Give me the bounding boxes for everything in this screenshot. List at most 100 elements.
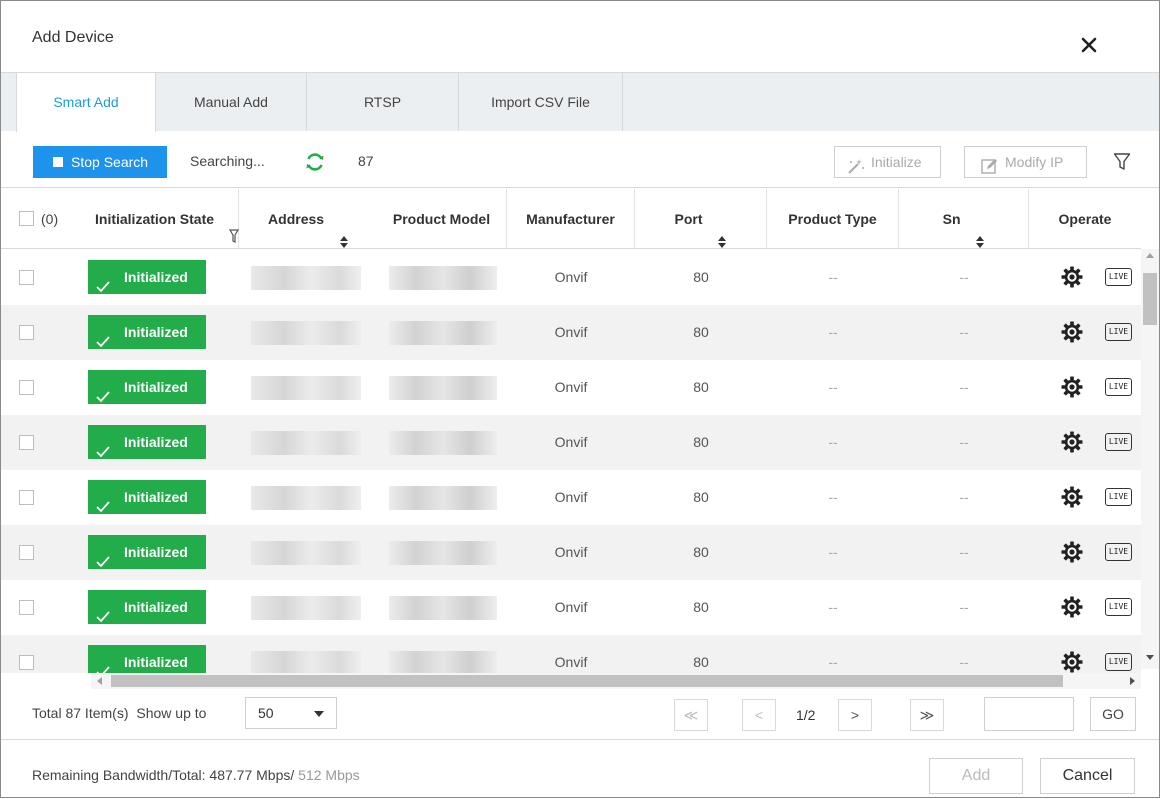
table-header: (0) Initialization State Address Product…: [1, 189, 1141, 249]
sort-icon[interactable]: [339, 213, 348, 249]
status-badge: Initialized: [88, 645, 206, 673]
status-text: Initialized: [124, 269, 188, 285]
column-initialization-state[interactable]: Initialization State: [81, 189, 240, 249]
product-model-redacted: [389, 541, 497, 565]
product-type-cell: --: [828, 269, 838, 285]
cancel-button[interactable]: Cancel: [1040, 758, 1135, 794]
scrollbar-thumb[interactable]: [1143, 273, 1157, 325]
initialize-icon: [847, 154, 865, 184]
bandwidth-remaining: Remaining Bandwidth/Total: 487.77 Mbps/: [32, 767, 295, 783]
live-icon[interactable]: LIVE: [1105, 653, 1132, 671]
port-cell: 80: [693, 489, 709, 505]
row-checkbox[interactable]: [19, 655, 34, 670]
scroll-right-icon[interactable]: [1130, 677, 1135, 685]
go-button[interactable]: GO: [1090, 697, 1136, 731]
device-table: (0) Initialization State Address Product…: [1, 189, 1141, 673]
goto-page-input[interactable]: [984, 697, 1074, 731]
address-redacted: [251, 596, 361, 620]
sort-icon[interactable]: [976, 213, 985, 249]
manufacturer-cell: Onvif: [554, 599, 588, 615]
sn-cell: --: [959, 489, 969, 505]
product-model-redacted: [389, 266, 497, 290]
table-row[interactable]: Initialized Onvif 80 -- -- LIVE: [1, 250, 1141, 305]
check-icon: [96, 601, 110, 635]
gear-icon[interactable]: [1061, 541, 1083, 563]
page-size-value: 50: [258, 705, 274, 721]
table-row[interactable]: Initialized Onvif 80 -- -- LIVE: [1, 470, 1141, 525]
sort-icon[interactable]: [718, 213, 727, 249]
scrollbar-thumb[interactable]: [111, 675, 1063, 687]
close-icon[interactable]: [1079, 35, 1099, 55]
sn-cell: --: [959, 379, 969, 395]
manufacturer-cell: Onvif: [554, 544, 588, 560]
table-row[interactable]: Initialized Onvif 80 -- -- LIVE: [1, 305, 1141, 360]
gear-icon[interactable]: [1061, 651, 1083, 673]
initialize-button[interactable]: Initialize: [834, 146, 941, 178]
first-page-button[interactable]: ≪: [674, 699, 708, 731]
tab-import-csv[interactable]: Import CSV File: [459, 73, 623, 131]
check-icon: [96, 436, 110, 470]
row-checkbox[interactable]: [19, 545, 34, 560]
product-type-cell: --: [828, 324, 838, 340]
gear-icon[interactable]: [1061, 431, 1083, 453]
column-label: Address: [268, 211, 325, 227]
table-row[interactable]: Initialized Onvif 80 -- -- LIVE: [1, 580, 1141, 635]
table-row[interactable]: Initialized Onvif 80 -- -- LIVE: [1, 360, 1141, 415]
live-icon[interactable]: LIVE: [1105, 378, 1132, 396]
gear-icon[interactable]: [1061, 266, 1083, 288]
scroll-left-icon[interactable]: [97, 677, 102, 685]
scroll-up-icon[interactable]: [1146, 253, 1154, 258]
prev-page-button[interactable]: <: [742, 699, 776, 731]
table-row[interactable]: Initialized Onvif 80 -- -- LIVE: [1, 415, 1141, 470]
column-sn[interactable]: Sn: [899, 189, 1029, 249]
table-row[interactable]: Initialized Onvif 80 -- -- LIVE: [1, 525, 1141, 580]
row-checkbox[interactable]: [19, 325, 34, 340]
page-size-select[interactable]: 50: [245, 697, 337, 729]
gear-icon[interactable]: [1061, 486, 1083, 508]
manufacturer-cell: Onvif: [554, 324, 588, 340]
status-text: Initialized: [124, 379, 188, 395]
scroll-down-icon[interactable]: [1146, 655, 1154, 660]
row-checkbox[interactable]: [19, 600, 34, 615]
gear-icon[interactable]: [1061, 596, 1083, 618]
live-icon[interactable]: LIVE: [1105, 268, 1132, 286]
status-text: Initialized: [124, 324, 188, 340]
stop-search-button[interactable]: Stop Search: [33, 146, 167, 178]
tab-manual-add[interactable]: Manual Add: [156, 73, 307, 131]
next-page-button[interactable]: >: [838, 699, 872, 731]
check-icon: [96, 326, 110, 360]
address-redacted: [251, 651, 361, 673]
live-icon[interactable]: LIVE: [1105, 488, 1132, 506]
live-icon[interactable]: LIVE: [1105, 433, 1132, 451]
search-status: Searching...: [190, 153, 265, 169]
column-port[interactable]: Port: [635, 189, 767, 249]
check-icon: [96, 381, 110, 415]
add-button[interactable]: Add: [929, 758, 1023, 794]
gear-icon[interactable]: [1061, 321, 1083, 343]
live-icon[interactable]: LIVE: [1105, 323, 1132, 341]
sn-cell: --: [959, 544, 969, 560]
product-model-redacted: [389, 376, 497, 400]
row-checkbox[interactable]: [19, 270, 34, 285]
gear-icon[interactable]: [1061, 376, 1083, 398]
status-badge: Initialized: [88, 425, 206, 459]
horizontal-scrollbar[interactable]: [91, 673, 1141, 689]
row-checkbox[interactable]: [19, 435, 34, 450]
tab-rtsp[interactable]: RTSP: [307, 73, 459, 131]
vertical-scrollbar[interactable]: [1141, 249, 1159, 669]
modify-ip-button[interactable]: Modify IP: [964, 146, 1087, 178]
table-row[interactable]: Initialized Onvif 80 -- -- LIVE: [1, 635, 1141, 673]
select-all-checkbox[interactable]: [19, 211, 34, 226]
row-checkbox[interactable]: [19, 380, 34, 395]
address-redacted: [251, 541, 361, 565]
total-items: Total 87 Item(s) Show up to: [32, 705, 206, 721]
live-icon[interactable]: LIVE: [1105, 543, 1132, 561]
filter-icon[interactable]: [1113, 152, 1131, 172]
column-address[interactable]: Address: [239, 189, 377, 249]
row-checkbox[interactable]: [19, 490, 34, 505]
live-icon[interactable]: LIVE: [1105, 598, 1132, 616]
selected-count: (0): [41, 211, 59, 227]
last-page-button[interactable]: ≫: [910, 699, 944, 731]
refresh-icon[interactable]: [304, 151, 326, 173]
tab-smart-add[interactable]: Smart Add: [16, 73, 156, 132]
